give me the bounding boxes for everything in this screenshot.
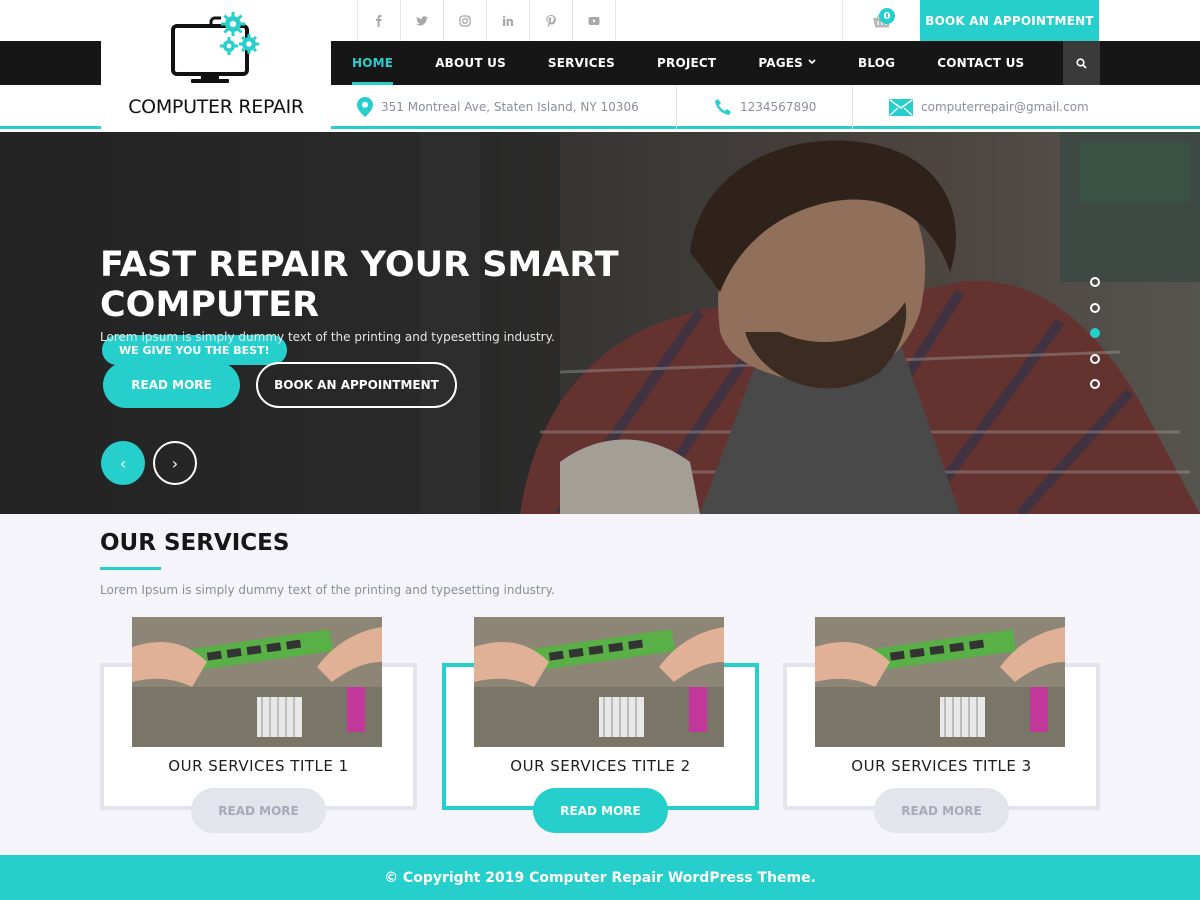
divider <box>852 85 853 129</box>
service-card-title: OUR SERVICES TITLE 2 <box>510 757 691 775</box>
nav-item-label: SERVICES <box>547 56 616 70</box>
chevron-down-icon <box>808 58 816 68</box>
chevron-right-icon: › <box>171 453 179 473</box>
monitor-with-gears-icon <box>171 12 259 83</box>
phone-icon <box>715 99 731 115</box>
hero-read-more-button[interactable]: READ MORE <box>103 362 240 408</box>
youtube-icon[interactable] <box>573 0 616 41</box>
map-pin-icon <box>357 97 373 117</box>
slider-dot-active[interactable] <box>1090 328 1100 339</box>
service-read-more-button[interactable]: READ MORE <box>533 788 668 833</box>
nav-item-pages[interactable]: PAGES <box>737 41 837 85</box>
chevron-left-icon: ‹ <box>119 453 127 473</box>
address-text: 351 Montreal Ave, Staten Island, NY 1030… <box>381 100 639 114</box>
nav-item-home[interactable]: HOME <box>331 41 414 85</box>
services-subtitle: Lorem Ipsum is simply dummy text of the … <box>100 583 555 597</box>
envelope-icon <box>889 98 913 116</box>
hero-book-appointment-button[interactable]: BOOK AN APPOINTMENT <box>256 362 457 408</box>
top-appointment-button[interactable]: BOOK AN APPOINTMENT <box>920 0 1099 41</box>
nav-item-blog[interactable]: BLOG <box>837 41 916 85</box>
heading-underline <box>100 567 161 570</box>
nav-item-label: BLOG <box>857 56 896 70</box>
slider-dots <box>1090 277 1100 405</box>
nav-menu: HOME ABOUT US SERVICES PROJECT PAGES BLO… <box>331 41 1045 85</box>
hero-title-line: FAST REPAIR YOUR SMART <box>100 245 619 285</box>
service-card-title: OUR SERVICES TITLE 3 <box>851 757 1032 775</box>
email-info: computerrepair@gmail.com <box>889 85 1089 129</box>
slider-dot[interactable] <box>1090 302 1100 313</box>
phone-text[interactable]: 1234567890 <box>740 100 816 114</box>
cart-count-badge: 0 <box>879 8 895 24</box>
divider <box>676 85 677 129</box>
slider-next-button[interactable]: › <box>153 441 197 485</box>
brand-name: COMPUTER REPAIR <box>128 96 304 118</box>
hero-title-line: COMPUTER <box>100 285 320 325</box>
services-heading: OUR SERVICES <box>100 530 290 556</box>
nav-item-about-us[interactable]: ABOUT US <box>414 41 527 85</box>
facebook-icon[interactable] <box>358 0 401 41</box>
hero-title: FAST REPAIR YOUR SMART COMPUTER <box>100 245 620 325</box>
pinterest-icon[interactable] <box>530 0 573 41</box>
cart-button[interactable]: 0 <box>842 0 920 41</box>
twitter-icon[interactable] <box>401 0 444 41</box>
search-icon <box>1076 57 1087 69</box>
service-card-image <box>815 617 1065 747</box>
slider-dot[interactable] <box>1090 379 1100 390</box>
instagram-icon[interactable] <box>444 0 487 41</box>
service-card-image <box>132 617 382 747</box>
phone-info: 1234567890 <box>714 85 816 129</box>
hero-subtitle: Lorem Ipsum is simply dummy text of the … <box>100 330 555 344</box>
slider-dot[interactable] <box>1090 277 1100 287</box>
slider-dot[interactable] <box>1090 353 1100 364</box>
nav-item-label: HOME <box>352 56 394 70</box>
service-card-title: OUR SERVICES TITLE 1 <box>168 757 349 775</box>
nav-item-label: PAGES <box>758 56 803 70</box>
email-text[interactable]: computerrepair@gmail.com <box>921 100 1089 114</box>
service-card-image <box>474 617 724 747</box>
address-info: 351 Montreal Ave, Staten Island, NY 1030… <box>357 85 639 129</box>
nav-item-label: ABOUT US <box>435 56 506 70</box>
site-logo[interactable]: COMPUTER REPAIR <box>101 0 331 129</box>
service-read-more-button[interactable]: READ MORE <box>874 788 1009 833</box>
footer-copyright: © Copyright 2019 Computer Repair WordPre… <box>0 855 1200 900</box>
social-links <box>357 0 616 41</box>
search-button[interactable] <box>1063 41 1100 85</box>
nav-item-project[interactable]: PROJECT <box>636 41 737 85</box>
nav-item-label: PROJECT <box>657 56 717 70</box>
nav-item-label: CONTACT US <box>937 56 1025 70</box>
linkedin-icon[interactable] <box>487 0 530 41</box>
nav-item-services[interactable]: SERVICES <box>527 41 636 85</box>
service-read-more-button[interactable]: READ MORE <box>191 788 326 833</box>
slider-prev-button[interactable]: ‹ <box>101 441 145 485</box>
nav-item-contact-us[interactable]: CONTACT US <box>916 41 1045 85</box>
